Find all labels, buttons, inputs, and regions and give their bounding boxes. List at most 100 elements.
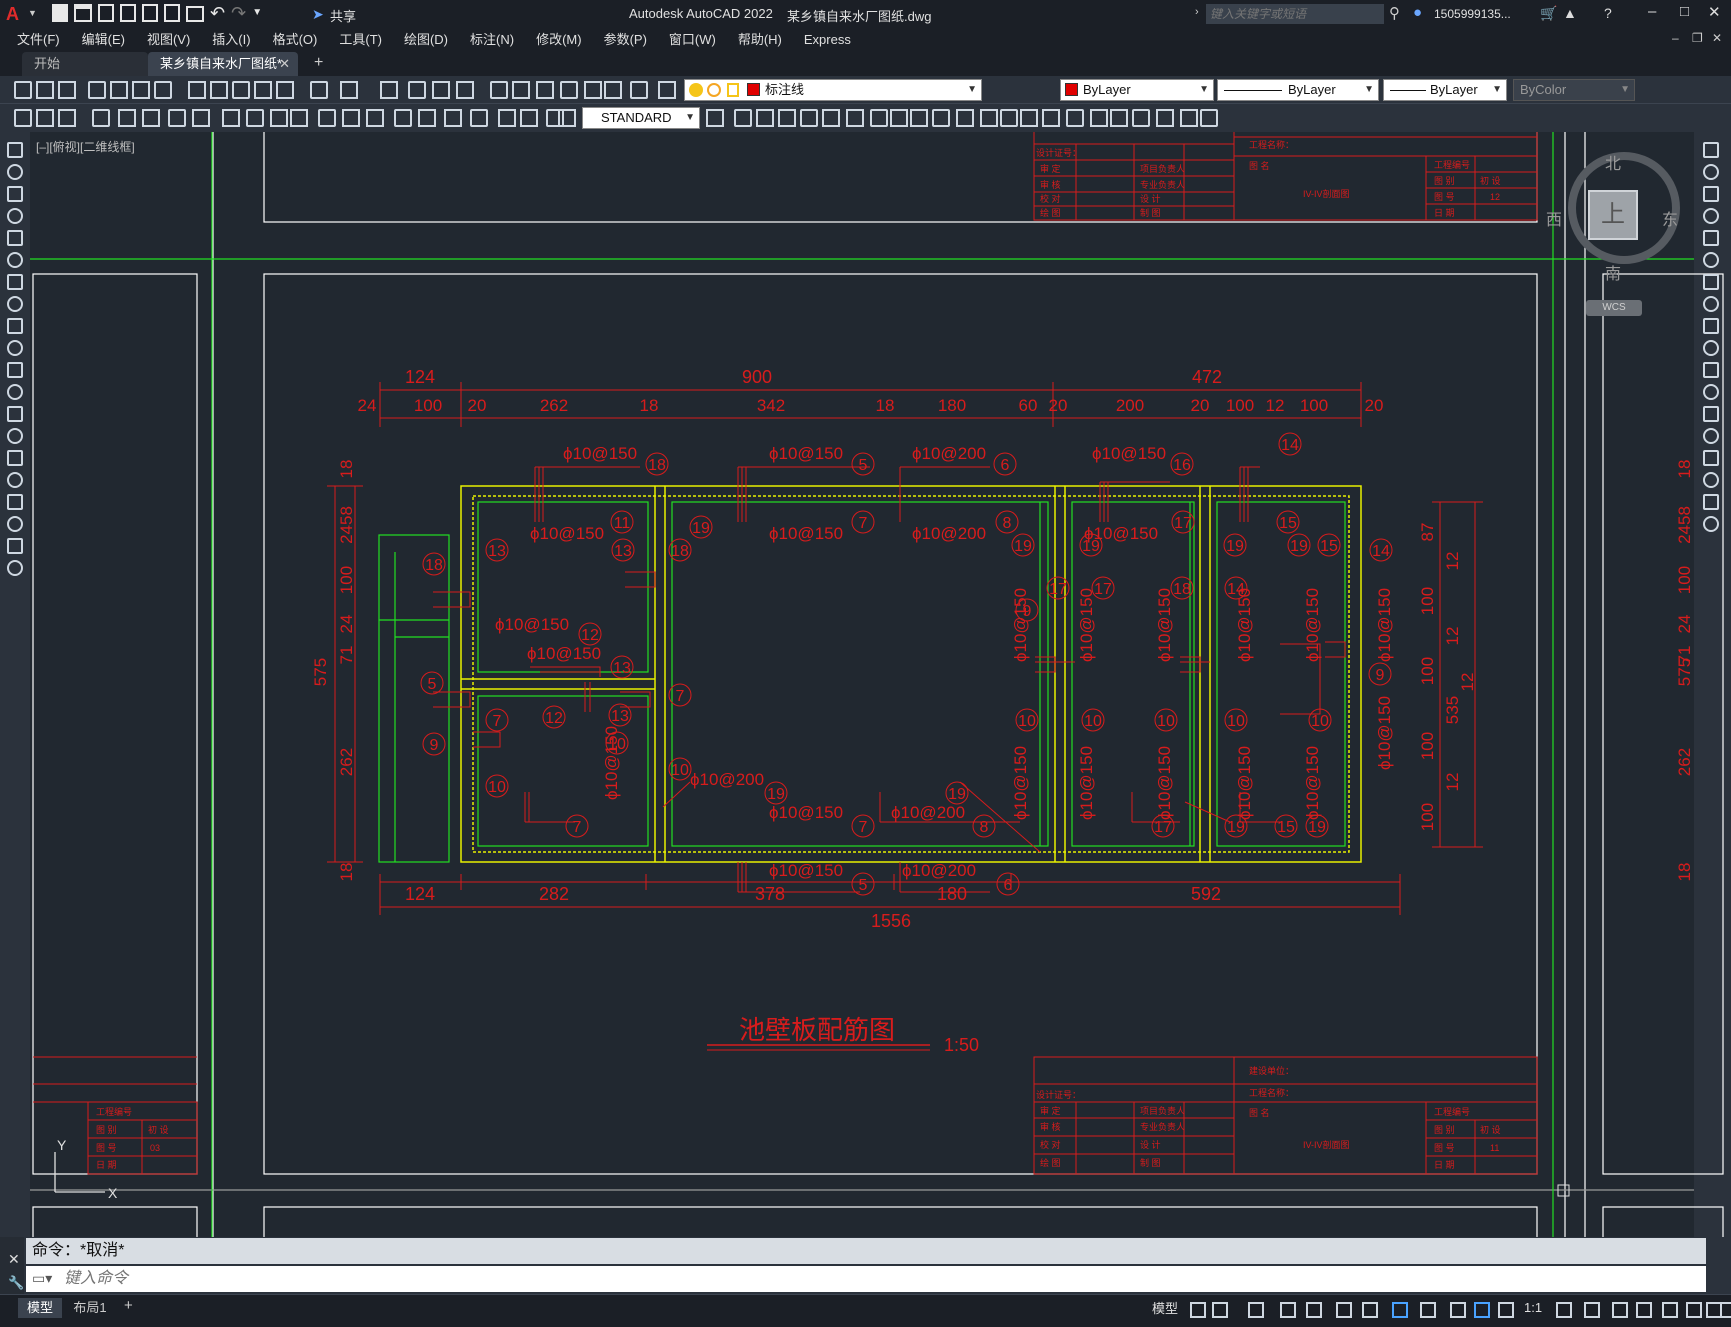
block-icon[interactable] (276, 81, 294, 99)
radius-icon[interactable] (118, 109, 136, 127)
ellipse-icon[interactable] (7, 340, 23, 356)
chevron-right-icon[interactable]: › (1195, 6, 1199, 18)
space-icon[interactable] (290, 109, 308, 127)
textstyle-dropdown[interactable]: STANDARD ▼ (582, 107, 700, 129)
move-3d-icon[interactable] (980, 109, 998, 127)
array-icon[interactable] (1703, 230, 1719, 246)
undo-icon[interactable]: ↶ (210, 4, 225, 22)
menu-file[interactable]: 文件(F) (6, 28, 71, 52)
break-icon[interactable] (318, 109, 336, 127)
tab-layout1[interactable]: 布局1 (66, 1298, 114, 1318)
viewcube-west[interactable]: 西 (1546, 206, 1562, 230)
subtract-icon[interactable] (756, 109, 774, 127)
user-name[interactable]: 1505999135... (1434, 7, 1511, 21)
materials-icon[interactable] (1110, 109, 1128, 127)
publish-icon[interactable] (132, 81, 150, 99)
add-layout-icon[interactable]: + (124, 1297, 133, 1314)
open-web-icon[interactable] (142, 4, 158, 22)
new-icon[interactable] (14, 81, 32, 99)
arc-icon[interactable] (7, 252, 23, 268)
rectangle-icon[interactable] (7, 230, 23, 246)
tab-start[interactable]: 开始 (22, 52, 148, 76)
undo-icon[interactable] (310, 81, 328, 99)
viewport-controls-label[interactable]: [–][俯视][二维线框] (36, 138, 135, 155)
zoom-realtime-icon[interactable] (408, 81, 426, 99)
inspect-icon[interactable] (394, 109, 412, 127)
visual-style-icon[interactable] (1156, 109, 1174, 127)
layer-lock-icon[interactable] (727, 83, 739, 97)
layer-dropdown[interactable]: 标注线 ▼ (684, 79, 982, 101)
polyline-icon[interactable] (7, 186, 23, 202)
cut-icon[interactable] (188, 81, 206, 99)
rotate-3d-icon[interactable] (1000, 109, 1018, 127)
preview-icon[interactable] (110, 81, 128, 99)
polar-tracking-icon[interactable] (1306, 1302, 1322, 1318)
line-icon[interactable] (7, 142, 23, 158)
mirror-icon[interactable] (1703, 186, 1719, 202)
markup-icon[interactable] (584, 81, 602, 99)
save-icon[interactable] (98, 4, 114, 22)
menu-format[interactable]: 格式(O) (262, 28, 329, 52)
sheet-set-icon[interactable] (560, 81, 578, 99)
annotation-visibility-icon[interactable] (1498, 1302, 1514, 1318)
region-icon[interactable] (7, 494, 23, 510)
aligned-dim-icon[interactable] (36, 109, 54, 127)
zoom-window-icon[interactable] (432, 81, 450, 99)
auto-scale-icon[interactable] (1556, 1302, 1572, 1318)
camera-icon[interactable] (1180, 109, 1198, 127)
save-icon[interactable] (58, 81, 76, 99)
explode-icon[interactable] (1703, 516, 1719, 532)
open-icon[interactable] (36, 81, 54, 99)
help-icon[interactable]: ? (1604, 5, 1612, 21)
linetype-dropdown[interactable]: ByLayer ▼ (1217, 79, 1379, 101)
chamfer-icon[interactable] (1703, 450, 1719, 466)
ellipse-arc-icon[interactable] (7, 362, 23, 378)
diameter-icon[interactable] (168, 109, 186, 127)
close-window-button[interactable]: ✕ (1708, 3, 1721, 21)
zoom-previous-icon[interactable] (456, 81, 474, 99)
selection-cycling-icon[interactable] (1474, 1302, 1490, 1318)
trim-icon[interactable] (1703, 340, 1719, 356)
revision-cloud-icon[interactable] (7, 296, 23, 312)
annotation-monitor-icon[interactable] (1612, 1302, 1628, 1318)
section-icon[interactable] (910, 109, 928, 127)
ordinate-icon[interactable] (92, 109, 110, 127)
doc-close-icon[interactable]: ✕ (1712, 31, 1722, 45)
close-command-icon[interactable]: ✕ (8, 1251, 20, 1268)
object-snap-icon[interactable] (1392, 1302, 1408, 1318)
break-at-point-icon[interactable] (1703, 384, 1719, 400)
layer-on-icon[interactable] (689, 83, 703, 97)
menu-help[interactable]: 帮助(H) (727, 28, 793, 52)
redo-icon[interactable] (340, 81, 358, 99)
isolate-objects-icon[interactable] (1686, 1302, 1702, 1318)
mirror-3d-icon[interactable] (1066, 109, 1084, 127)
doc-restore-icon[interactable]: ❐ (1692, 31, 1703, 45)
calculator-icon[interactable] (604, 81, 622, 99)
menu-window[interactable]: 窗口(W) (658, 28, 727, 52)
layer-properties-icon[interactable] (658, 81, 676, 99)
save-as-icon[interactable] (120, 4, 136, 22)
object-snap-tracking-icon[interactable] (1362, 1302, 1378, 1318)
break-icon[interactable] (1703, 406, 1719, 422)
viewcube-face-top[interactable]: 上 (1588, 190, 1638, 240)
menu-insert[interactable]: 插入(I) (201, 28, 261, 52)
loft-icon[interactable] (870, 109, 888, 127)
lineweight-icon[interactable] (1420, 1302, 1436, 1318)
ucs-dropdown[interactable]: WCS (1586, 300, 1642, 316)
viewcube-east[interactable]: 东 (1662, 206, 1678, 230)
new-file-icon[interactable] (52, 4, 68, 22)
viewcube-south[interactable]: 南 (1605, 260, 1621, 284)
print-icon[interactable] (186, 6, 204, 22)
workspace-icon[interactable] (1584, 1302, 1600, 1318)
copy-object-icon[interactable] (1703, 164, 1719, 180)
command-prompt-icon[interactable]: ▭▾ (32, 1270, 52, 1287)
ortho-icon[interactable] (1280, 1302, 1296, 1318)
construction-line-icon[interactable] (7, 164, 23, 180)
pan-icon[interactable] (380, 81, 398, 99)
help-icon[interactable] (630, 81, 648, 99)
dim-style-icon[interactable] (520, 109, 538, 127)
close-tab-icon[interactable]: ✕ (279, 52, 290, 76)
menu-express[interactable]: Express (793, 28, 862, 52)
baseline-icon[interactable] (246, 109, 264, 127)
insert-block-icon[interactable] (7, 384, 23, 400)
